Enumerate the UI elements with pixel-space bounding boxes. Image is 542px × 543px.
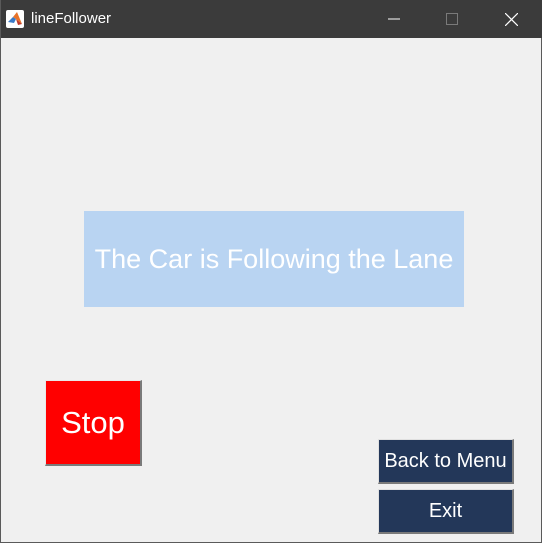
app-window: lineFollower The Car is Following the La… [0,0,542,543]
close-button[interactable] [482,0,540,38]
minimize-button[interactable] [365,0,423,38]
maximize-button[interactable] [423,0,481,38]
matlab-icon [6,10,24,28]
minimize-icon [388,18,400,20]
status-text: The Car is Following the Lane [94,243,454,274]
status-panel: The Car is Following the Lane [84,211,464,307]
stop-button[interactable]: Stop [45,380,142,466]
back-to-menu-button[interactable]: Back to Menu [378,439,514,484]
close-icon [504,12,518,26]
maximize-icon [446,13,458,25]
title-bar[interactable]: lineFollower [1,0,542,38]
window-title: lineFollower [31,10,112,27]
exit-button[interactable]: Exit [378,489,514,534]
